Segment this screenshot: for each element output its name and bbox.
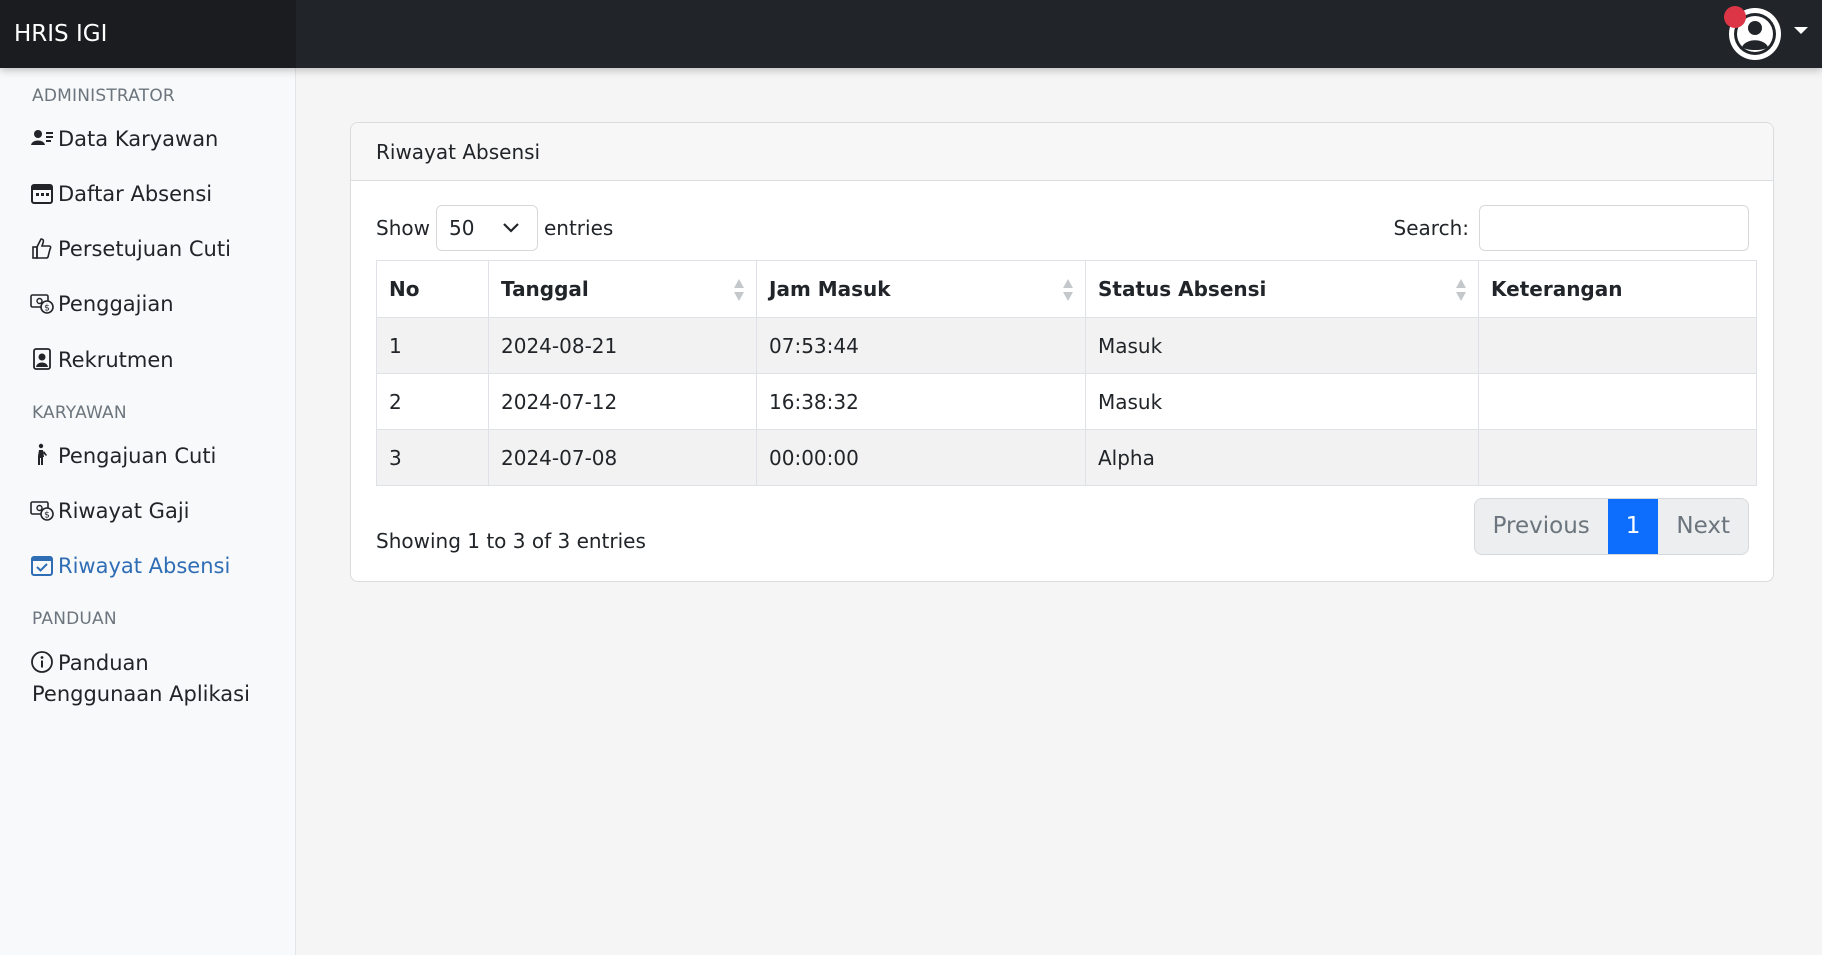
section-heading-panduan: PANDUAN	[32, 609, 117, 629]
table-row: 2 2024-07-12 16:38:32 Masuk	[376, 373, 1757, 430]
attendance-table: No Tanggal Jam Masuk Status Absensi Kete…	[376, 260, 1757, 486]
sidebar-item-label: Daftar Absensi	[58, 182, 213, 206]
column-label: No	[389, 277, 420, 301]
sidebar-item-label: Persetujuan Cuti	[58, 237, 231, 261]
sort-icon	[734, 279, 744, 301]
search-label: Search:	[1393, 216, 1469, 240]
next-page-button[interactable]: Next	[1658, 499, 1748, 554]
sidebar-item-label: Riwayat Absensi	[58, 554, 231, 578]
column-label: Keterangan	[1491, 277, 1623, 301]
sidebar-item-penggajian[interactable]: $ Penggajian	[30, 289, 290, 320]
sidebar-item-persetujuan-cuti[interactable]: Persetujuan Cuti	[30, 234, 290, 265]
cell-tanggal: 2024-07-08	[488, 429, 757, 486]
svg-text:$: $	[44, 304, 50, 314]
cell-no: 2	[376, 373, 489, 430]
brand-logo[interactable]: HRIS IGI	[0, 0, 296, 68]
chevron-down-icon	[1794, 27, 1808, 34]
column-header-status-absensi[interactable]: Status Absensi	[1085, 260, 1479, 318]
entries-per-page-select[interactable]: 50	[435, 205, 538, 251]
cell-jam-masuk: 00:00:00	[756, 429, 1086, 486]
column-header-jam-masuk[interactable]: Jam Masuk	[756, 260, 1086, 318]
calendar-icon	[31, 184, 53, 204]
table-row: 1 2024-08-21 07:53:44 Masuk	[376, 317, 1757, 374]
sidebar-item-pengajuan-cuti[interactable]: Pengajuan Cuti	[30, 441, 290, 472]
sidebar-item-label: Data Karyawan	[58, 127, 219, 151]
pagination: Previous 1 Next	[1473, 498, 1749, 555]
sidebar-item-label: Pengajuan Cuti	[58, 444, 217, 468]
length-suffix: entries	[543, 216, 614, 240]
sidebar-item-panduan[interactable]: Panduan	[30, 648, 290, 679]
column-label: Status Absensi	[1098, 277, 1267, 301]
cell-jam-masuk: 16:38:32	[756, 373, 1086, 430]
section-heading-administrator: ADMINISTRATOR	[32, 86, 175, 106]
cell-keterangan	[1478, 373, 1757, 430]
attendance-history-card: Riwayat Absensi Show 50 entries Search: …	[350, 122, 1774, 582]
column-header-keterangan[interactable]: Keterangan	[1478, 260, 1757, 318]
user-list-icon	[31, 130, 53, 145]
sidebar-item-rekrutmen[interactable]: Rekrutmen	[30, 345, 290, 376]
info-circle-icon	[31, 651, 53, 673]
cell-status: Masuk	[1085, 373, 1479, 430]
cell-jam-masuk: 07:53:44	[756, 317, 1086, 374]
svg-text:$: $	[44, 511, 50, 521]
column-header-tanggal[interactable]: Tanggal	[488, 260, 757, 318]
person-badge-icon	[33, 348, 51, 370]
table-header-row: No Tanggal Jam Masuk Status Absensi Kete…	[376, 260, 1757, 318]
cell-tanggal: 2024-07-12	[488, 373, 757, 430]
cell-status: Masuk	[1085, 317, 1479, 374]
sidebar-item-panduan-line2[interactable]: Penggunaan Aplikasi	[32, 679, 292, 710]
sidebar-item-riwayat-absensi[interactable]: Riwayat Absensi	[30, 551, 290, 582]
column-header-no[interactable]: No	[376, 260, 489, 318]
entries-per-page-value: 50	[448, 216, 475, 240]
cash-icon: $	[30, 501, 54, 521]
sidebar-item-data-karyawan[interactable]: Data Karyawan	[30, 124, 290, 155]
table-info: Showing 1 to 3 of 3 entries	[376, 529, 646, 553]
sidebar: ADMINISTRATOR Data Karyawan Daftar Absen…	[0, 68, 296, 955]
previous-page-button[interactable]: Previous	[1475, 499, 1608, 554]
cash-icon: $	[30, 294, 54, 314]
cell-tanggal: 2024-08-21	[488, 317, 757, 374]
sort-icon	[1456, 279, 1466, 301]
search-box: Search:	[1394, 205, 1749, 251]
notification-badge	[1724, 6, 1746, 28]
thumbs-up-icon	[32, 238, 52, 259]
sidebar-item-riwayat-gaji[interactable]: $ Riwayat Gaji	[30, 496, 290, 527]
sort-icon	[1063, 279, 1073, 301]
card-title: Riwayat Absensi	[351, 123, 1773, 181]
sidebar-item-label: Riwayat Gaji	[58, 499, 190, 523]
page-1-button[interactable]: 1	[1607, 499, 1659, 554]
sidebar-item-daftar-absensi[interactable]: Daftar Absensi	[30, 179, 290, 210]
cell-no: 3	[376, 429, 489, 486]
sidebar-item-label: Penggajian	[58, 292, 174, 316]
section-heading-karyawan: KARYAWAN	[32, 403, 127, 423]
search-input[interactable]	[1479, 205, 1749, 251]
sidebar-item-label: Rekrutmen	[58, 348, 174, 372]
sidebar-item-label: Penggunaan Aplikasi	[32, 682, 250, 706]
cell-status: Alpha	[1085, 429, 1479, 486]
column-label: Jam Masuk	[769, 277, 891, 301]
sidebar-item-label: Panduan	[58, 651, 149, 675]
length-prefix: Show	[376, 216, 430, 240]
cell-no: 1	[376, 317, 489, 374]
top-navbar: HRIS IGI	[0, 0, 1822, 68]
column-label: Tanggal	[501, 277, 589, 301]
calendar-check-icon	[31, 556, 53, 576]
cell-keterangan	[1478, 317, 1757, 374]
length-menu: Show 50 entries	[376, 205, 613, 251]
cell-keterangan	[1478, 429, 1757, 486]
chevron-down-icon	[503, 223, 519, 233]
user-menu-button[interactable]	[1724, 5, 1808, 63]
person-walking-icon	[38, 443, 47, 465]
table-row: 3 2024-07-08 00:00:00 Alpha	[376, 429, 1757, 486]
